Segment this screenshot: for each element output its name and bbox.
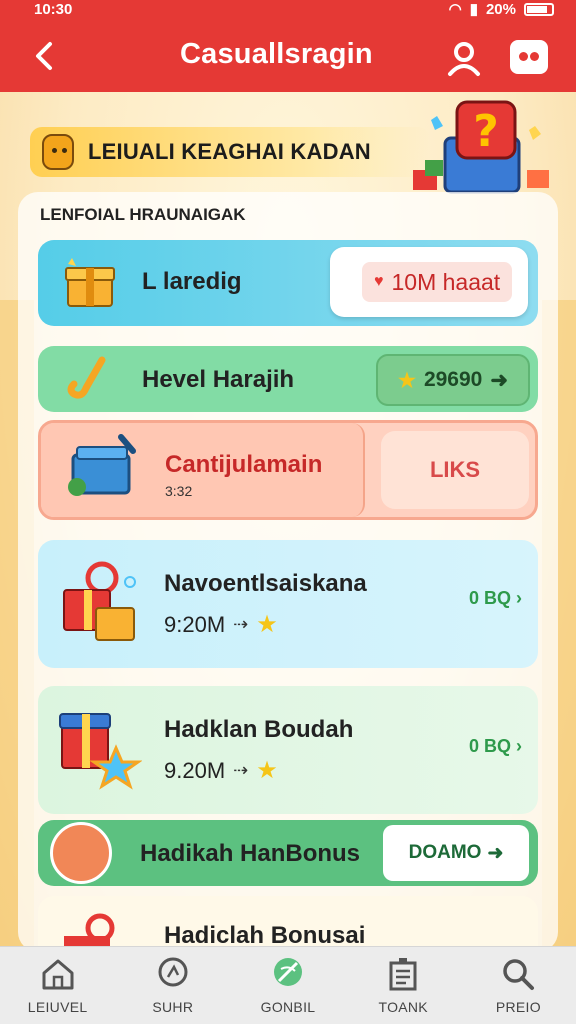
arrow-icon: ⇢ (233, 614, 249, 634)
card-link[interactable]: 0 BQ › (469, 588, 522, 609)
bottom-nav: LEIUVEL SUHR GONBIL TOANK PREIO (0, 946, 576, 1024)
gamepad-button[interactable] (510, 40, 548, 74)
reward-pill[interactable]: ♥ 10M haaat (330, 247, 528, 317)
star-icon: ★ (398, 369, 416, 392)
card-link-label: 0 BQ (468, 588, 511, 608)
profile-button[interactable] (444, 38, 484, 78)
back-button[interactable] (26, 38, 62, 74)
card-meta-value: 9.20M (164, 757, 226, 783)
card-meta: 9:20M ⇢ ★ (164, 610, 278, 639)
coin-value: 29690 (423, 368, 483, 391)
promo-banner[interactable]: LEIUALI KEAGHAI KADAN (30, 127, 430, 177)
star-icon: ★ (256, 757, 278, 784)
reward-pill-inner: ♥ 10M haaat (362, 262, 513, 302)
nav-item-preio[interactable]: PREIO (461, 947, 576, 1024)
card-title: L laredig (142, 268, 242, 295)
list-item-card-2[interactable]: Hevel Harajih ★ 29690 ➜ (38, 346, 538, 412)
card-link[interactable]: 0 BQ › (469, 736, 522, 757)
section-title: LENFOIAL HRAUNAIGAK (40, 205, 246, 224)
magnifier-icon (503, 959, 535, 990)
card-title: Hadklan Boudah (164, 716, 354, 743)
promo-text: LEIUALI KEAGHAI KADAN (88, 139, 371, 164)
nav-label: TOANK (378, 999, 428, 1015)
app-title: Casuallsragin (180, 38, 373, 70)
card-title: Navoentlsaiskana (164, 570, 367, 597)
avatar (50, 822, 112, 884)
hook-icon (67, 356, 106, 399)
nav-item-home[interactable]: LEIUVEL (0, 947, 115, 1024)
list-item-card-6[interactable]: Hadikah HanBonus DOAMO ➜ (38, 820, 538, 886)
signal-icon: ▮ (469, 1, 478, 18)
arrow-icon: ⇢ (233, 760, 249, 780)
likes-button[interactable]: LIKS (381, 431, 529, 509)
app-bar: Casuallsragin (0, 18, 576, 92)
nav-item-toank[interactable]: TOANK (346, 947, 461, 1024)
card-title: Hevel Harajih (142, 366, 295, 393)
mascot-face-icon (42, 134, 74, 170)
list-item-card-1[interactable]: L laredig ♥ 10M haaat (38, 240, 538, 326)
star-icon: ★ (256, 611, 278, 638)
action-pill[interactable]: DOAMO ➜ (383, 825, 529, 881)
nav-label: SUHR (152, 999, 194, 1015)
wifi-icon: ◠ (448, 1, 462, 18)
list-item-card-5[interactable]: Hadklan Boudah 9.20M ⇢ ★ 0 BQ › (38, 686, 538, 814)
battery-percent: 20% (485, 0, 516, 18)
nav-label: GONBIL (260, 999, 316, 1015)
gift-bundle-icon (63, 561, 136, 641)
card-meta-value: 9:20M (164, 611, 226, 637)
svg-text:?: ? (473, 106, 499, 157)
arrow-right-icon: ➜ (487, 842, 504, 864)
nav-label: PREIO (495, 999, 541, 1015)
card-meta: 9.20M ⇢ ★ (164, 756, 278, 785)
nav-label: LEIUVEL (27, 999, 88, 1015)
mystery-box-icon: ? (413, 100, 549, 194)
battery-icon (524, 2, 554, 16)
gift-box-icon (65, 258, 115, 307)
card-subtext: 3:32 (165, 483, 193, 499)
card-title: Cantijulamain (165, 451, 323, 478)
heart-icon: ♥ (374, 273, 384, 290)
nav-item-search[interactable]: SUHR (115, 947, 230, 1024)
status-icons: ◠ ▮ 20% (449, 0, 554, 18)
action-pill-label: DOAMO (408, 842, 482, 863)
arrow-right-icon: ➜ (490, 368, 508, 392)
home-icon (42, 959, 74, 990)
search-icon (158, 957, 188, 987)
back-arrow-icon (36, 42, 52, 70)
nav-item-gonbil[interactable]: GONBIL (230, 947, 345, 1024)
gift-bundle-icon (64, 913, 115, 948)
card-title: Hadikah HanBonus (140, 840, 361, 867)
person-icon (448, 42, 480, 76)
coin-pill[interactable]: ★ 29690 ➜ (376, 354, 530, 406)
reward-text: 10M haaat (391, 268, 501, 295)
status-time: 10:30 (34, 0, 73, 18)
gift-star-icon (59, 713, 142, 790)
leaf-icon (274, 958, 302, 986)
ticket-icon (389, 958, 417, 991)
toolbox-icon (68, 434, 136, 496)
list-item-card-3[interactable]: Cantijulamain 3:32 LIKS (38, 420, 538, 520)
card-link-label: 0 BQ (468, 736, 511, 756)
list-item-card-4[interactable]: Navoentlsaiskana 9:20M ⇢ ★ 0 BQ › (38, 540, 538, 668)
status-bar: 10:30 ◠ ▮ 20% (0, 0, 576, 18)
